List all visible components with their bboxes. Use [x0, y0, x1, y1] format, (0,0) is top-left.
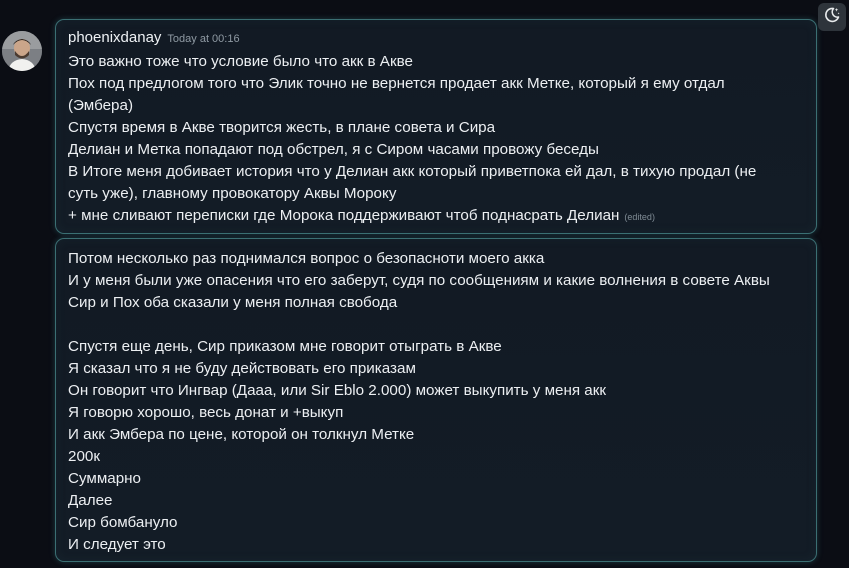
user-avatar[interactable] [2, 31, 42, 71]
message-line: (Эмбера) [68, 97, 133, 114]
moon-stars-icon [823, 6, 841, 29]
message-bubble: phoenixdanay Today at 00:16 Это важно тож… [55, 19, 817, 234]
message-line: Спустя время в Акве творится жесть, в пл… [68, 119, 496, 136]
message-line: 200к [68, 448, 100, 465]
message-line: Я сказал что я не буду действовать его п… [68, 360, 416, 377]
message-line: Потом несколько раз поднимался вопрос о … [68, 250, 545, 267]
message-line: Далее [68, 492, 113, 509]
message-line: Делиан и Метка попадают под обстрел, я с… [68, 141, 599, 158]
message-line: Сир и Пох оба сказали у меня полная своб… [68, 294, 398, 311]
message-line: суть уже), главному провокатору Аквы Мор… [68, 185, 397, 202]
timestamp[interactable]: Today at 00:16 [167, 33, 239, 45]
edited-label: (edited) [624, 212, 655, 222]
message-line: Это важно тоже что условие было что акк … [68, 53, 413, 70]
message-line: И у меня были уже опасения что его забер… [68, 272, 770, 289]
message-line: Спустя еще день, Сир приказом мне говори… [68, 338, 502, 355]
message-line: Пох под предлогом того что Элик точно не… [68, 75, 725, 92]
message-content: Потом несколько раз поднимался вопрос о … [68, 248, 806, 556]
message-header: phoenixdanay Today at 00:16 [68, 29, 240, 47]
message-line-text: + мне сливают переписки где Морока подде… [68, 207, 620, 224]
username[interactable]: phoenixdanay [68, 29, 161, 46]
message-content: Это важно тоже что условие было что акк … [68, 51, 806, 227]
message-line-blank [68, 314, 806, 336]
theme-toggle-button[interactable] [818, 3, 846, 31]
message-line: Я говорю хорошо, весь донат и +выкуп [68, 404, 344, 421]
message-line: Суммарно [68, 470, 142, 487]
message-line: И акк Эмбера по цене, которой он толкнул… [68, 426, 415, 443]
message-line: Сир бомбануло [68, 514, 178, 531]
message-line: В Итоге меня добивает история что у Дели… [68, 163, 757, 180]
message-line: И следует это [68, 536, 166, 553]
message-bubble-followup: Потом несколько раз поднимался вопрос о … [55, 238, 817, 562]
message-line-last: + мне сливают переписки где Морока подде… [68, 205, 806, 227]
message-line: Он говорит что Ингвар (Дааа, или Sir Ebl… [68, 382, 607, 399]
